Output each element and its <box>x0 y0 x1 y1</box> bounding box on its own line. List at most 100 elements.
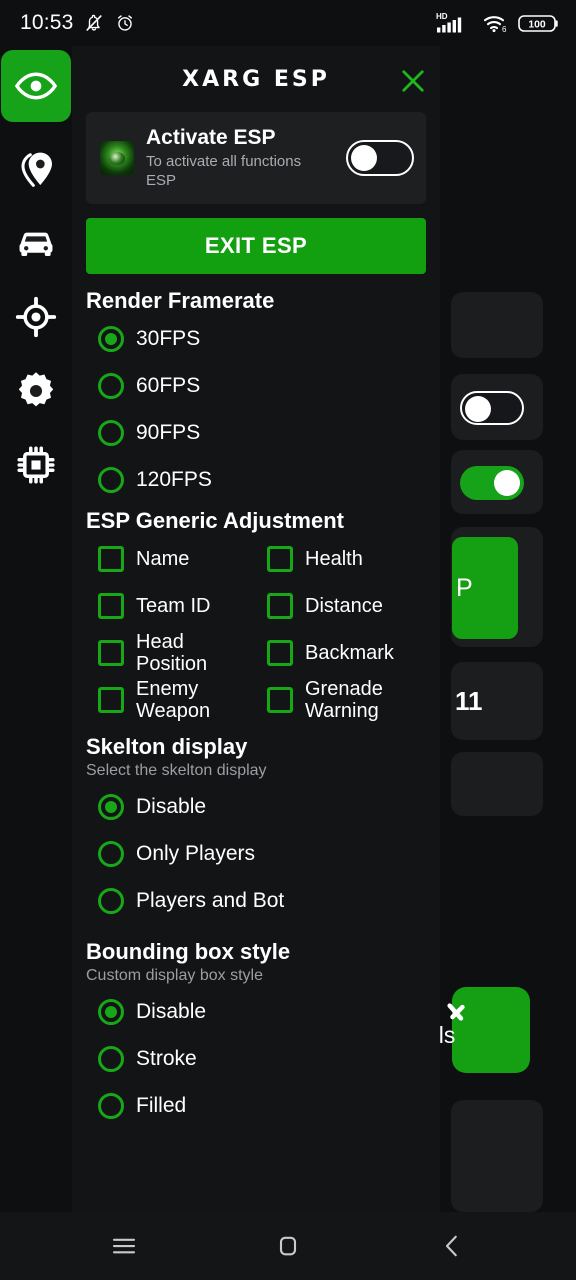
cpu-chip-icon <box>17 446 55 484</box>
alarm-clock-icon <box>117 15 132 31</box>
location-pin-icon <box>21 152 52 187</box>
sidebar-item-memory[interactable] <box>0 428 72 502</box>
sidebar-item-aim[interactable] <box>0 280 72 354</box>
checkbox-head-position-box <box>98 640 124 667</box>
radio-bounding-stroke-indicator <box>98 1046 124 1073</box>
section-skelton-title: Skelton display <box>86 733 248 759</box>
bg-toggle-off[interactable] <box>460 391 524 425</box>
checkbox-grenade-warning[interactable]: Grenade Warning <box>267 677 426 724</box>
checkbox-enemy-weapon[interactable]: Enemy Weapon <box>98 677 257 724</box>
radio-90fps[interactable]: 90FPS <box>86 410 426 457</box>
checkbox-team-id[interactable]: Team ID <box>98 583 257 630</box>
status-time: 10:53 <box>20 11 74 34</box>
checkbox-grenade-warning-box <box>267 687 293 714</box>
recents-button[interactable] <box>96 1224 152 1268</box>
checkbox-distance-box <box>267 593 293 620</box>
checkbox-health-box <box>267 546 293 573</box>
bg-toggle-off-knob <box>465 396 491 422</box>
bg-card-1 <box>451 292 543 358</box>
radio-skelton-players-and-bot-indicator <box>98 888 124 915</box>
radio-skelton-only-players-indicator <box>98 841 124 868</box>
bg-green-button[interactable]: P <box>452 537 518 639</box>
close-button[interactable] <box>394 62 432 100</box>
checkbox-enemy-weapon-label: Enemy Weapon <box>136 678 211 723</box>
radio-120fps[interactable]: 120FPS <box>86 457 426 504</box>
radio-60fps-label: 60FPS <box>136 374 201 398</box>
radio-bounding-filled-indicator <box>98 1093 124 1120</box>
network-type-label: HD <box>436 12 448 21</box>
status-bar-right: HD 6 100 <box>436 11 560 35</box>
activate-esp-toggle-knob <box>351 144 377 171</box>
radio-60fps[interactable]: 60FPS <box>86 363 426 410</box>
eye-icon <box>14 72 58 100</box>
radio-skelton-disable[interactable]: Disable <box>86 784 426 831</box>
checkbox-grenade-warning-label: Grenade Warning <box>305 678 383 723</box>
checkbox-team-id-box <box>98 593 124 620</box>
radio-120fps-label: 120FPS <box>136 468 212 492</box>
checkbox-distance[interactable]: Distance <box>267 583 426 630</box>
home-icon <box>279 1236 297 1256</box>
radio-60fps-indicator <box>98 373 124 400</box>
activate-esp-card[interactable]: Activate ESP To activate all functions E… <box>86 112 426 204</box>
radio-bounding-stroke[interactable]: Stroke <box>86 1036 426 1083</box>
radio-bounding-disable-label: Disable <box>136 1000 207 1024</box>
battery-level-label: 100 <box>528 20 546 31</box>
sidebar-item-settings[interactable] <box>0 354 72 428</box>
bg-card-7 <box>451 1100 543 1212</box>
bg-tools-icon <box>447 1003 465 1021</box>
battery-icon: 100 <box>518 15 558 32</box>
signal-bars-icon: HD <box>436 12 462 33</box>
section-framerate-title: Render Framerate <box>86 287 275 313</box>
sidebar-item-location[interactable] <box>0 132 72 206</box>
radio-30fps[interactable]: 30FPS <box>86 316 426 363</box>
activate-esp-texts: Activate ESP To activate all functions E… <box>146 126 334 190</box>
bg-card-6 <box>451 752 543 816</box>
section-generic-adjustment: ESP Generic Adjustment Name Health Team … <box>86 508 426 724</box>
recents-icon <box>112 1238 136 1254</box>
bg-partial-number: 11 <box>455 686 483 716</box>
checkbox-team-id-label: Team ID <box>136 595 211 618</box>
radio-skelton-only-players[interactable]: Only Players <box>86 831 426 878</box>
crosshair-icon <box>15 296 57 338</box>
bg-toggle-on[interactable] <box>460 466 524 500</box>
radio-30fps-label: 30FPS <box>136 327 201 351</box>
checkbox-name-label: Name <box>136 548 190 571</box>
home-button[interactable] <box>260 1224 316 1268</box>
checkbox-health-label: Health <box>305 548 363 571</box>
radio-30fps-indicator <box>98 326 124 353</box>
exit-esp-button[interactable]: EXIT ESP <box>86 217 426 274</box>
checkbox-head-position[interactable]: Head Position <box>98 630 257 677</box>
app-logo-icon <box>100 140 134 175</box>
activate-esp-toggle[interactable] <box>346 139 414 176</box>
app-root: P 11 ols 10:53 HD 6 100 XARG ESP Activat… <box>0 0 576 1280</box>
sidebar <box>0 46 72 1242</box>
activate-esp-title: Activate ESP <box>146 126 276 149</box>
section-bounding-title: Bounding box style <box>86 938 291 964</box>
page-title: XARG ESP <box>182 66 330 92</box>
wifi-icon: 6 <box>483 16 507 34</box>
radio-skelton-disable-label: Disable <box>136 795 207 819</box>
sidebar-item-vehicle[interactable] <box>0 206 72 280</box>
radio-skelton-players-and-bot[interactable]: Players and Bot <box>86 878 426 925</box>
checkbox-backmark[interactable]: Backmark <box>267 630 426 677</box>
radio-bounding-filled[interactable]: Filled <box>86 1083 426 1130</box>
radio-120fps-indicator <box>98 467 124 494</box>
close-icon <box>402 70 424 92</box>
checkbox-backmark-label: Backmark <box>305 642 394 665</box>
activate-esp-subtitle: To activate all functions ESP <box>146 153 302 189</box>
section-bounding-box-style: Bounding box style Custom display box st… <box>86 939 426 1130</box>
back-button[interactable] <box>424 1224 480 1268</box>
sidebar-item-esp[interactable] <box>1 50 71 122</box>
system-navigation-bar <box>0 1212 576 1280</box>
radio-90fps-indicator <box>98 420 124 447</box>
checkbox-backmark-box <box>267 640 293 667</box>
checkbox-name[interactable]: Name <box>98 536 257 583</box>
section-bounding-subtitle: Custom display box style <box>86 966 263 984</box>
radio-bounding-disable-indicator <box>98 999 124 1026</box>
bg-green-button-label: P <box>456 573 473 602</box>
panel-header: XARG ESP <box>72 46 440 112</box>
radio-bounding-disable[interactable]: Disable <box>86 989 426 1036</box>
checkbox-distance-label: Distance <box>305 595 383 618</box>
checkbox-health[interactable]: Health <box>267 536 426 583</box>
